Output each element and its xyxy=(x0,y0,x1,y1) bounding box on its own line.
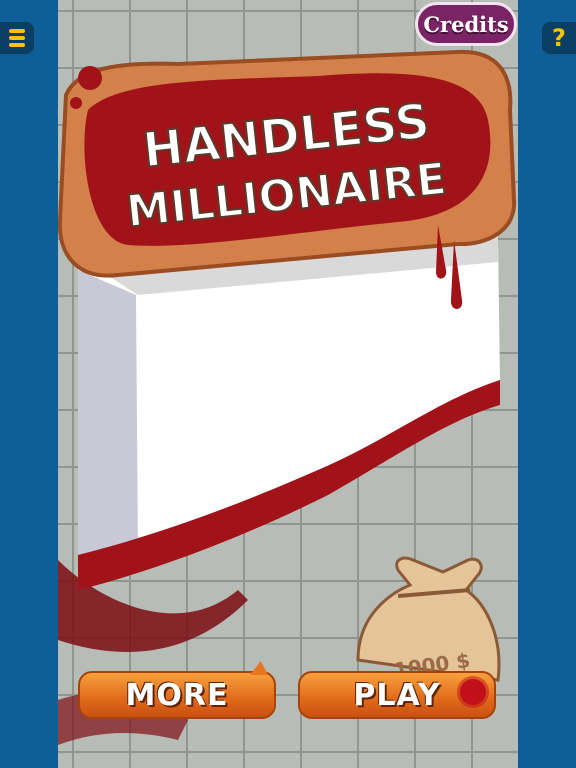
more-button[interactable]: MORE xyxy=(78,661,276,719)
more-label: MORE xyxy=(125,677,229,713)
help-button[interactable]: ? xyxy=(542,22,576,54)
left-side-bar xyxy=(0,0,58,768)
help-icon: ? xyxy=(552,24,566,52)
money-bag: 1000 $ xyxy=(356,556,501,682)
menu-button[interactable] xyxy=(0,22,34,54)
scene-artwork: HANDLESS MILLIONAIRE 1000 $ xyxy=(58,49,517,745)
right-side-bar: ? xyxy=(518,0,576,768)
game-screen: HANDLESS MILLIONAIRE 1000 $ Credits MORE… xyxy=(58,0,518,768)
cleaver-blade xyxy=(76,236,500,590)
credits-label: Credits xyxy=(423,11,509,37)
play-button[interactable]: PLAY xyxy=(298,671,496,719)
blood-splat-icon xyxy=(460,679,486,705)
credits-button[interactable]: Credits xyxy=(415,2,517,46)
play-label: PLAY xyxy=(353,677,441,713)
menu-icon xyxy=(9,29,25,47)
